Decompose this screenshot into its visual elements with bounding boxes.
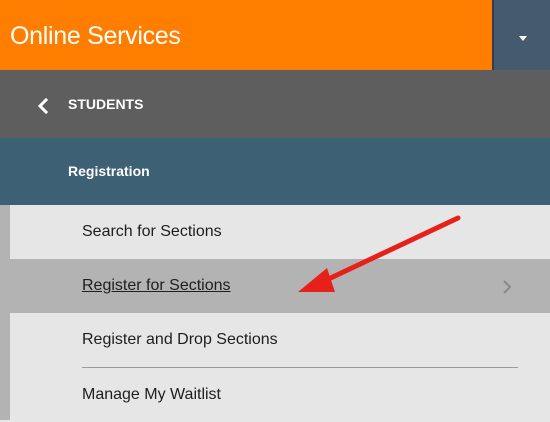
menu-toggle-button[interactable] [492,0,550,70]
menu-item-label: Register and Drop Sections [82,331,278,348]
menu-item-label: Register for Sections [82,277,231,294]
registration-label: Registration [68,163,150,179]
chevron-right-icon [503,280,512,294]
students-label: STUDENTS [68,96,144,112]
registration-category[interactable]: Registration [0,138,550,205]
menu-item-search-for-sections[interactable]: Search for Sections [10,205,550,259]
menu-item-label: Manage My Waitlist [82,386,221,403]
menu-item-label: Search for Sections [82,223,222,240]
menu-item-register-and-drop-sections[interactable]: Register and Drop Sections [10,313,550,367]
app-header: Online Services [0,0,550,70]
caret-down-icon [519,36,527,41]
chevron-left-icon [37,98,49,114]
back-to-students-button[interactable]: STUDENTS [0,70,550,138]
menu-item-manage-my-waitlist[interactable]: Manage My Waitlist [10,368,550,422]
menu-item-register-for-sections[interactable]: Register for Sections [10,259,550,313]
app-title[interactable]: Online Services [10,0,181,70]
submenu-indent-strip [0,205,10,420]
